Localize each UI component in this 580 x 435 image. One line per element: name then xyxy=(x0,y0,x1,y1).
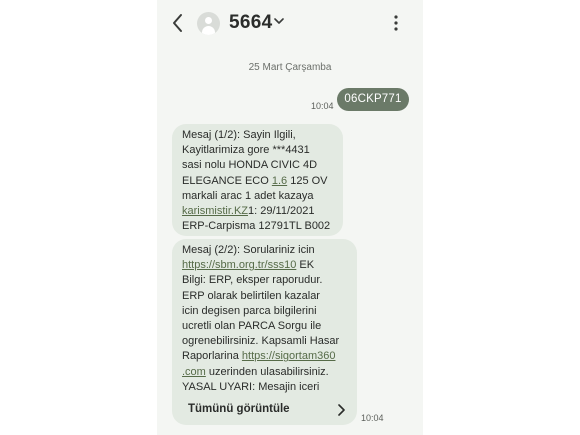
message-text: uzerinden ulasabilirsiniz. xyxy=(205,365,329,378)
message-text: ELEGANCE ECO xyxy=(182,174,272,187)
received-message-1[interactable]: Mesaj (1/2): Sayin Ilgili, Kayitlarimiza… xyxy=(172,124,343,236)
message-line: Kayitlarimiza gore ***4431 xyxy=(182,144,310,157)
chevron-right-icon xyxy=(338,404,345,416)
link-sigortam360-com[interactable]: .com xyxy=(182,366,206,378)
message-line: Mesaj (1/2): Sayin Ilgili, xyxy=(182,129,296,141)
received-message-2[interactable]: Mesaj (2/2): Sorulariniz icin https://sb… xyxy=(172,239,357,425)
conversation-header: 5664 xyxy=(157,0,423,46)
link-sbm[interactable]: https://sbm.org.tr/sss10 xyxy=(182,259,296,271)
more-options-icon[interactable] xyxy=(393,14,399,32)
message-line: https://sbm.org.tr/sss10 EK xyxy=(182,258,357,273)
date-separator: 25 Mart Çarşamba xyxy=(248,62,332,73)
message-line: Raporlarina https://sigortam360 xyxy=(182,349,357,364)
back-arrow-icon[interactable] xyxy=(171,13,185,33)
link-1-6[interactable]: 1.6 xyxy=(272,175,287,187)
avatar-person-body xyxy=(202,26,215,35)
message-line: ERP-Carpisma 12791TL B002 xyxy=(182,220,331,233)
link-sigortam360[interactable]: https://sigortam360 xyxy=(242,350,336,362)
message-line: ogrenebilirsiniz. Kapsamli Hasar xyxy=(182,335,340,348)
contact-avatar[interactable] xyxy=(197,12,220,35)
link-karismistir[interactable]: karismistir.KZ xyxy=(182,205,248,217)
avatar-person-icon xyxy=(205,17,212,24)
message-text: 125 OV xyxy=(287,174,328,187)
sent-message-time: 10:04 xyxy=(311,101,334,111)
message-text: EK xyxy=(296,259,315,272)
contact-name[interactable]: 5664 xyxy=(229,12,272,34)
sent-message-bubble[interactable]: 06CKP771 xyxy=(337,88,409,111)
message-line: Bilgi: ERP, eksper raporudur. xyxy=(182,274,323,287)
view-all-label: Tümünü görüntüle xyxy=(188,403,290,415)
message-line: sasi nolu HONDA CIVIC 4D xyxy=(182,159,318,172)
message-line: karismistir.KZ1: 29/11/2021 xyxy=(182,204,343,219)
message-line: ELEGANCE ECO 1.6 125 OV xyxy=(182,174,343,189)
message-line: ucretli olan PARCA Sorgu ile xyxy=(182,320,322,333)
message-text: 1: 29/11/2021 xyxy=(248,205,315,218)
message-text: Raporlarina xyxy=(182,350,242,363)
received-message-time: 10:04 xyxy=(361,413,384,423)
message-line: icin degisen parca bilgilerini xyxy=(182,304,317,317)
message-line: Mesaj (2/2): Sorulariniz icin xyxy=(182,244,315,256)
view-all-button[interactable]: Tümünü görüntüle xyxy=(172,393,357,425)
message-line: ERP olarak belirtilen kazalar xyxy=(182,289,320,302)
message-line: .com uzerinden ulasabilirsiniz. xyxy=(182,365,357,380)
conversation-screen: 5664 25 Mart Çarşamba 10:04 06CKP771 Mes… xyxy=(157,0,423,435)
chevron-down-icon[interactable] xyxy=(274,17,284,25)
message-line: markali arac 1 adet kazaya xyxy=(182,189,314,202)
